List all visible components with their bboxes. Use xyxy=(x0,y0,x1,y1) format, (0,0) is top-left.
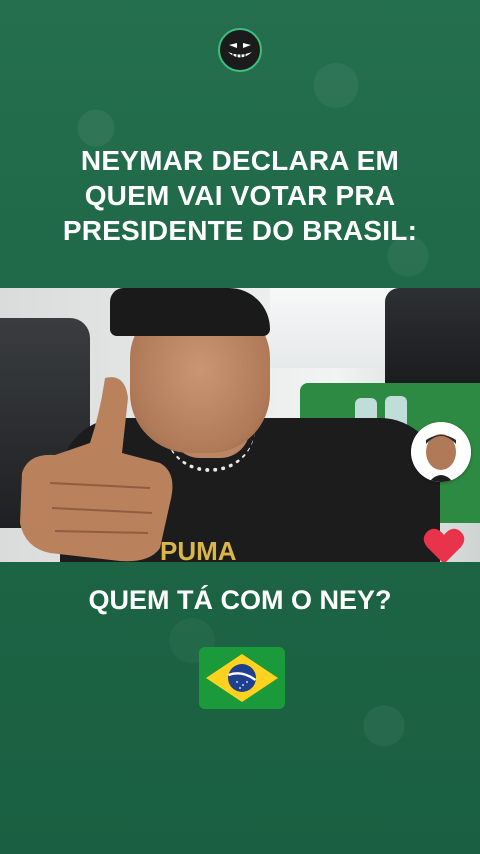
question-text: QUEM TÁ COM O NEY? xyxy=(88,585,392,615)
video-person-cap xyxy=(110,288,270,336)
headline-line-1: NEYMAR DECLARA EM xyxy=(80,145,400,176)
thumbs-up-hand xyxy=(20,377,173,562)
brand-logo-icon[interactable] xyxy=(218,28,262,72)
creator-avatar[interactable] xyxy=(411,422,471,482)
shirt-logo-text: PUMA xyxy=(160,536,237,562)
heart-icon[interactable] xyxy=(422,526,466,562)
brazil-flag-icon xyxy=(199,647,285,709)
video-seat-right xyxy=(385,288,480,398)
headline-line-2: QUEM VAI VOTAR PRA xyxy=(84,180,396,211)
video-frame[interactable]: PUMA xyxy=(0,288,480,562)
headline-line-3: PRESIDENTE DO BRASIL: xyxy=(62,215,418,246)
headline: NEYMAR DECLARA EM QUEM VAI VOTAR PRA PRE… xyxy=(40,143,440,248)
